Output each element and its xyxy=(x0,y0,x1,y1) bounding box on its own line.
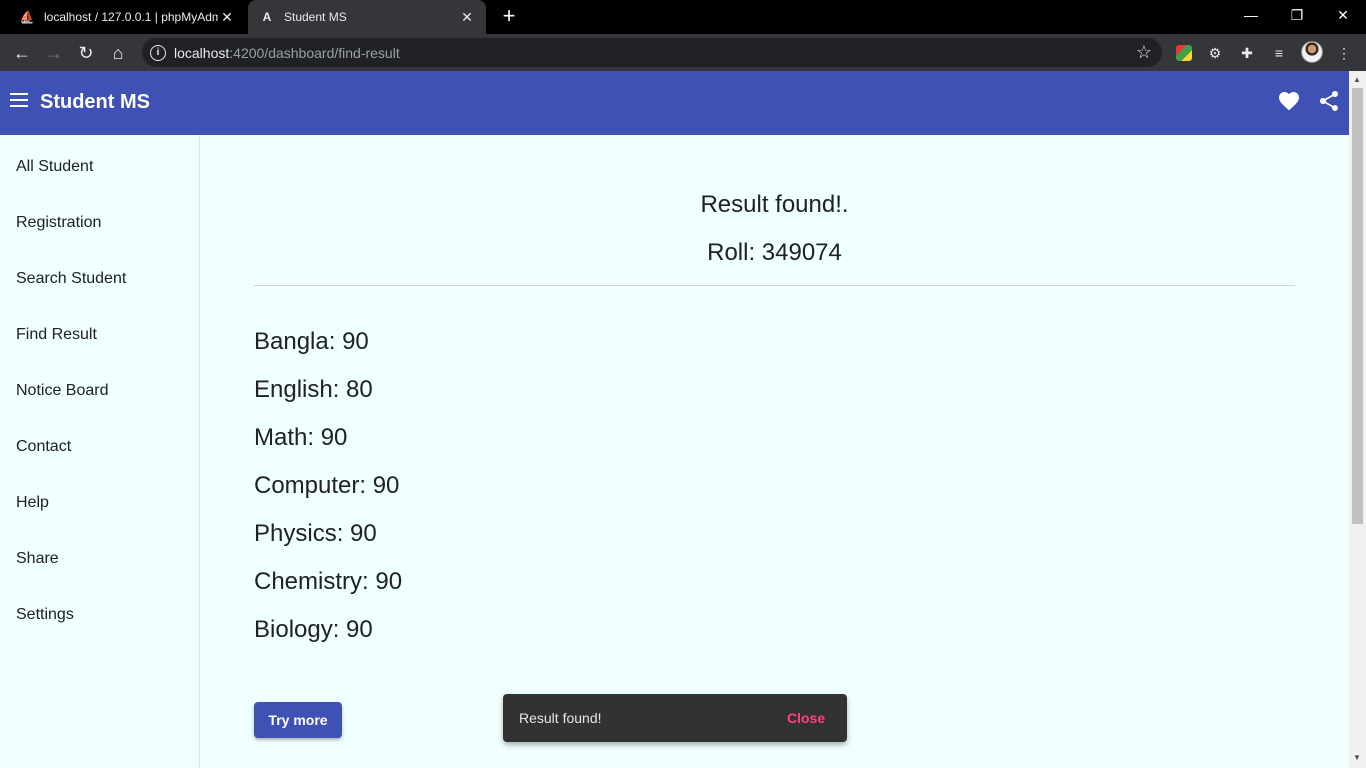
side-navigation: All Student Registration Search Student … xyxy=(0,135,200,768)
nav-registration[interactable]: Registration xyxy=(16,214,101,232)
home-icon[interactable]: ⌂ xyxy=(105,40,131,66)
snackbar-close-button[interactable]: Close xyxy=(787,710,825,726)
minimize-icon[interactable]: — xyxy=(1228,0,1274,30)
extension-icon[interactable] xyxy=(1176,45,1192,61)
bookmark-star-icon[interactable]: ☆ xyxy=(1136,42,1152,63)
new-tab-button[interactable]: + xyxy=(498,5,520,28)
tab-title: localhost / 127.0.0.1 | phpMyAdm xyxy=(44,10,218,24)
divider xyxy=(254,285,1295,286)
puzzle-extensions-icon[interactable]: ✚ xyxy=(1236,42,1258,64)
browser-menu-icon[interactable]: ⋮ xyxy=(1333,42,1355,64)
scrollbar-thumb[interactable] xyxy=(1352,88,1363,524)
phpmyadmin-favicon-icon: ⛵ xyxy=(19,10,35,24)
share-icon[interactable] xyxy=(1317,89,1341,113)
nav-help[interactable]: Help xyxy=(16,494,49,512)
address-bar[interactable]: i localhost :4200/dashboard/find-result … xyxy=(142,38,1162,67)
tab-close-icon[interactable]: ✕ xyxy=(218,9,236,26)
snackbar: Result found! Close xyxy=(503,694,847,742)
browser-tab-strip: ⛵ localhost / 127.0.0.1 | phpMyAdm ✕ A S… xyxy=(0,0,1366,34)
browser-tab-phpmyadmin[interactable]: ⛵ localhost / 127.0.0.1 | phpMyAdm ✕ xyxy=(8,0,246,34)
nav-search-student[interactable]: Search Student xyxy=(16,270,126,288)
reload-icon[interactable]: ↻ xyxy=(73,40,99,66)
nav-find-result[interactable]: Find Result xyxy=(16,326,97,344)
app-root: Student MS All Student Registration Sear… xyxy=(0,71,1349,768)
forward-icon[interactable]: → xyxy=(41,40,67,66)
score-physics: Physics: 90 xyxy=(254,520,377,547)
score-english: English: 80 xyxy=(254,376,373,403)
profile-avatar[interactable] xyxy=(1301,41,1323,63)
app-toolbar: Student MS xyxy=(0,71,1349,135)
score-chemistry: Chemistry: 90 xyxy=(254,568,403,595)
nav-settings[interactable]: Settings xyxy=(16,606,74,624)
nav-contact[interactable]: Contact xyxy=(16,438,71,456)
score-computer: Computer: 90 xyxy=(254,472,400,499)
hamburger-menu-icon[interactable] xyxy=(10,93,30,109)
roll-number: Roll: 349074 xyxy=(707,239,842,266)
score-biology: Biology: 90 xyxy=(254,616,373,643)
nav-all-student[interactable]: All Student xyxy=(16,158,93,176)
tab-close-icon[interactable]: ✕ xyxy=(458,9,476,26)
heart-icon[interactable] xyxy=(1277,89,1301,113)
try-more-button[interactable]: Try more xyxy=(254,702,342,738)
media-queue-icon[interactable]: ≡ xyxy=(1268,42,1290,64)
app-title: Student MS xyxy=(40,91,150,113)
site-info-icon[interactable]: i xyxy=(150,44,166,61)
restore-icon[interactable]: ❐ xyxy=(1274,0,1320,30)
result-panel: Result found!. Roll: 349074 Bangla: 90 E… xyxy=(254,135,1295,768)
url-path: :4200/dashboard/find-result xyxy=(229,44,400,61)
scroll-up-icon[interactable]: ▲ xyxy=(1353,75,1361,84)
browser-tab-student-ms[interactable]: A Student MS ✕ xyxy=(248,0,486,34)
score-math: Math: 90 xyxy=(254,424,348,451)
back-icon[interactable]: ← xyxy=(9,40,35,66)
tab-title: Student MS xyxy=(284,10,347,24)
url-host: localhost xyxy=(174,44,230,61)
result-heading: Result found!. xyxy=(700,191,849,218)
nav-notice-board[interactable]: Notice Board xyxy=(16,382,109,400)
angular-favicon-icon: A xyxy=(262,10,272,24)
browser-toolbar: ← → ↻ ⌂ i localhost :4200/dashboard/find… xyxy=(0,34,1366,71)
snackbar-message: Result found! xyxy=(519,710,602,726)
scroll-down-icon[interactable]: ▼ xyxy=(1353,753,1361,762)
page-scrollbar[interactable]: ▲ ▼ xyxy=(1349,71,1366,768)
window-close-icon[interactable]: ✕ xyxy=(1320,0,1366,30)
extension-gear-icon[interactable]: ⚙ xyxy=(1204,42,1226,64)
nav-share[interactable]: Share xyxy=(16,550,59,568)
score-bangla: Bangla: 90 xyxy=(254,328,369,355)
